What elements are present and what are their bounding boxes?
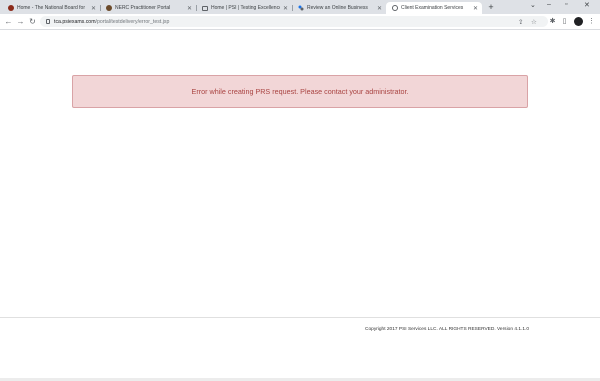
- globe-icon: [392, 5, 398, 11]
- menu-icon[interactable]: ⋮: [587, 17, 596, 26]
- back-icon[interactable]: ←: [4, 17, 13, 26]
- close-icon[interactable]: ✕: [91, 5, 96, 12]
- close-icon[interactable]: ✕: [283, 5, 288, 12]
- tab-psi-home[interactable]: Home | PSI | Testing Excellence ✕: [196, 2, 292, 14]
- copyright-text: Copyright 2017 PSI Services LLC. ALL RIG…: [365, 327, 529, 332]
- lock-icon: [46, 19, 50, 24]
- nerc-logo-icon: [106, 5, 112, 11]
- tab-title: NERC Practitioner Portal: [115, 5, 171, 11]
- minimize-icon[interactable]: –: [547, 1, 551, 8]
- close-icon[interactable]: ✕: [377, 5, 382, 12]
- footer-divider: [0, 317, 600, 318]
- url-host: tca.psiexams.com: [54, 18, 96, 25]
- tab-title: Review an Online Business: [307, 5, 368, 11]
- profile-avatar[interactable]: [574, 17, 583, 26]
- url-path: /portal/testdelivery/error_test.jsp: [95, 18, 170, 25]
- window-close-icon[interactable]: ✕: [584, 1, 590, 9]
- side-panel-icon[interactable]: ▯: [560, 17, 569, 26]
- close-icon[interactable]: ✕: [187, 5, 192, 12]
- tab-title: Client Examination Services: [401, 5, 464, 11]
- error-message: Error while creating PRS request. Please…: [191, 87, 409, 96]
- reload-icon[interactable]: ↻: [28, 17, 37, 26]
- maximize-icon[interactable]: ▫: [565, 1, 567, 8]
- tab-strip: Home - The National Board for ✕ NERC Pra…: [0, 0, 600, 14]
- address-bar[interactable]: tca.psiexams.com/portal/testdelivery/err…: [40, 16, 548, 27]
- tab-review[interactable]: Review an Online Business ✕: [292, 2, 386, 14]
- share-icon[interactable]: ⇪: [518, 16, 523, 27]
- tab-title: Home - The National Board for: [17, 5, 85, 11]
- browser-toolbar: ← → ↻ tca.psiexams.com/portal/testdelive…: [0, 14, 600, 30]
- close-icon[interactable]: ✕: [473, 5, 478, 12]
- tab-nerc[interactable]: NERC Practitioner Portal ✕: [100, 2, 196, 14]
- nbme-logo-icon: [8, 5, 14, 11]
- extensions-icon[interactable]: ✱: [548, 17, 557, 26]
- chevron-down-icon[interactable]: ⌄: [530, 1, 536, 9]
- forward-icon[interactable]: →: [16, 17, 25, 26]
- new-tab-button[interactable]: +: [486, 2, 496, 12]
- book-icon: [202, 5, 208, 11]
- bookmark-star-icon[interactable]: ☆: [531, 16, 537, 27]
- tab-title: Home | PSI | Testing Excellence: [211, 5, 280, 11]
- url-text: tca.psiexams.com/portal/testdelivery/err…: [54, 19, 169, 25]
- review-icon: [298, 5, 304, 11]
- tab-nbme[interactable]: Home - The National Board for ✕: [2, 2, 100, 14]
- error-alert: Error while creating PRS request. Please…: [72, 75, 528, 108]
- tab-client-examination[interactable]: Client Examination Services ✕: [386, 2, 482, 14]
